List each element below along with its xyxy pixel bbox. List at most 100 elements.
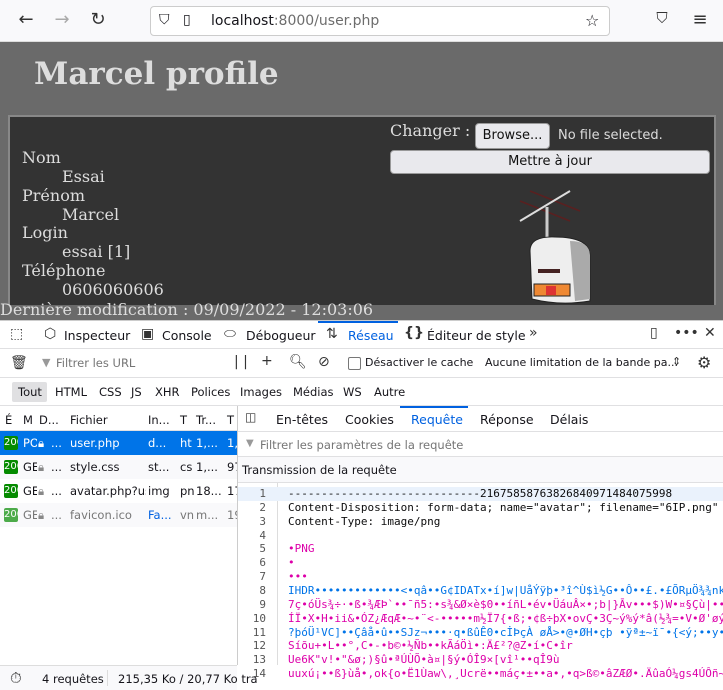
- tab-cookies[interactable]: Cookies: [345, 412, 394, 427]
- table-row[interactable]: 200 🔒︎GET... favicon.ico Fa... vnm... 19: [0, 503, 237, 527]
- filter-html[interactable]: HTML: [55, 385, 87, 399]
- col-status[interactable]: É: [5, 413, 12, 427]
- filter-ws[interactable]: WS: [343, 385, 362, 399]
- block-icon[interactable]: ⊘: [318, 354, 330, 370]
- col-method[interactable]: M: [23, 413, 33, 427]
- cell-file: favicon.ico: [70, 508, 132, 522]
- type-filters: Tout HTML CSS JS XHR Polices Images Médi…: [0, 378, 723, 406]
- url-host: localhost: [211, 13, 274, 29]
- settings-icon[interactable]: ⚙: [697, 353, 711, 372]
- col-type[interactable]: T: [180, 413, 187, 427]
- throttle-select[interactable]: Aucune limitation de la bande pa...: [485, 356, 678, 369]
- cell-domain: ...: [51, 460, 62, 474]
- field-value: Marcel: [62, 205, 120, 224]
- line-content: •••: [288, 570, 308, 584]
- table-row[interactable]: 200 🔒︎POST... user.php d... ht 1,... 1,: [0, 431, 237, 455]
- code-line: 7 •••: [238, 570, 723, 584]
- field-value: 0606060606: [62, 280, 164, 299]
- col-transferred[interactable]: Tr...: [196, 413, 216, 427]
- filter-images[interactable]: Images: [240, 385, 282, 399]
- params-filter-input[interactable]: [260, 436, 560, 453]
- star-icon[interactable]: ☆: [585, 11, 599, 30]
- cell-transferred: 1,...: [196, 436, 218, 450]
- line-number: 6: [259, 556, 266, 570]
- shield-icon[interactable]: ⛉: [159, 12, 170, 28]
- add-icon[interactable]: +: [261, 353, 273, 369]
- code-line: 9 7ç•óÜs¾÷·•ß•¾ÆÞ`••¯ñ5:•s¾&Ø×è$0••íñL•év…: [238, 598, 723, 612]
- tab-inspector[interactable]: Inspecteur: [64, 328, 130, 343]
- cell-initiator: img: [148, 484, 170, 498]
- col-domain[interactable]: D...: [39, 413, 59, 427]
- filter-all[interactable]: Tout: [18, 385, 42, 399]
- request-payload[interactable]: 1 -----------------------------2167585876…: [238, 487, 723, 680]
- line-number: 3: [259, 514, 266, 528]
- divider: [107, 670, 108, 686]
- cell-domain: ...: [51, 508, 62, 522]
- search-icon[interactable]: 🔍︎: [289, 354, 307, 370]
- filter-css[interactable]: CSS: [99, 385, 122, 399]
- tab-console[interactable]: Console: [162, 328, 212, 343]
- cell-size: 97: [227, 460, 237, 474]
- back-icon[interactable]: ←: [14, 9, 38, 30]
- tab-request[interactable]: Requête: [411, 412, 463, 427]
- close-icon[interactable]: ✕: [704, 325, 716, 341]
- style-editor-icon: {}: [404, 325, 424, 341]
- cell-type: pn: [180, 484, 194, 498]
- cell-domain: ...: [51, 436, 62, 450]
- col-file[interactable]: Fichier: [70, 413, 108, 427]
- cell-transferred: 18...: [196, 484, 222, 498]
- network-icon: ⇅: [326, 326, 338, 342]
- forward-icon[interactable]: →: [50, 9, 74, 30]
- pause-icon[interactable]: | |: [234, 354, 248, 370]
- code-line: 11 ?þóÜ¹VC]••Çâå•û••SJz¬•••·q•ßûÊ0•cİÞçÀ …: [238, 626, 723, 640]
- filter-js[interactable]: JS: [131, 385, 142, 399]
- tab-timings[interactable]: Délais: [550, 412, 588, 427]
- active-tab-indicator: [318, 321, 398, 323]
- avatar-image: [519, 190, 591, 304]
- line-content: Content-Type: image/png: [288, 514, 441, 528]
- tab-style-editor[interactable]: Éditeur de style: [427, 328, 526, 343]
- url-bar[interactable]: ⛉ ▯ localhost:8000/user.php ☆: [150, 6, 610, 36]
- filter-other[interactable]: Autre: [374, 385, 405, 399]
- trash-icon[interactable]: 🗑: [10, 355, 28, 371]
- cell-size: 1,: [227, 436, 237, 450]
- code-line: 5 •PNG: [238, 542, 723, 556]
- more-tabs-icon[interactable]: »: [529, 325, 538, 341]
- browse-button[interactable]: Browse...: [475, 123, 550, 149]
- toggle-panel-icon[interactable]: ◫: [245, 410, 256, 424]
- line-number: 7: [259, 570, 266, 584]
- params-filter: ▼: [238, 432, 723, 457]
- url-filter-input[interactable]: [56, 354, 216, 372]
- select-arrows-icon: ⇕: [672, 355, 682, 368]
- more-options-icon[interactable]: •••: [674, 325, 699, 341]
- table-row[interactable]: 200 🔒︎GET... avatar.php?useimgpn18... 17: [0, 479, 237, 503]
- tab-response[interactable]: Réponse: [480, 412, 534, 427]
- filter-media[interactable]: Médias: [293, 385, 334, 399]
- responsive-icon[interactable]: ▯: [650, 325, 658, 341]
- reload-icon[interactable]: ↻: [86, 9, 110, 30]
- disable-cache-checkbox[interactable]: [348, 357, 361, 370]
- detail-tabs: ◫ En-têtes Cookies Requête Réponse Délai…: [238, 406, 723, 432]
- lock-icon: 🔒︎: [38, 508, 45, 522]
- cell-file: style.css: [70, 460, 120, 474]
- col-size[interactable]: T: [227, 413, 234, 427]
- url-text: localhost:8000/user.php: [211, 13, 379, 29]
- menu-icon[interactable]: ≡: [688, 9, 712, 30]
- filter-icon: ▼: [246, 438, 254, 449]
- field-value: Essai: [62, 167, 105, 186]
- filter-xhr[interactable]: XHR: [155, 385, 180, 399]
- filter-fonts[interactable]: Polices: [191, 385, 230, 399]
- page-content: Marcel profile Nom Essai Prénom Marcel L…: [0, 42, 723, 320]
- update-button[interactable]: Mettre à jour: [390, 150, 710, 174]
- stopwatch-icon[interactable]: ⏱: [10, 669, 22, 687]
- tab-network[interactable]: Réseau: [348, 328, 394, 343]
- col-initiator[interactable]: In...: [148, 413, 170, 427]
- tab-headers[interactable]: En-têtes: [276, 412, 328, 427]
- line-number: 12: [252, 639, 266, 653]
- field-value: essai [1]: [62, 242, 131, 261]
- tab-debugger[interactable]: Débogueur: [246, 328, 316, 343]
- cell-size: 17: [227, 484, 237, 498]
- picker-icon[interactable]: ⬚: [10, 326, 23, 342]
- pocket-icon[interactable]: ⛉: [650, 9, 674, 27]
- table-row[interactable]: 200 🔒︎GET... style.css st... cs1,... 97: [0, 455, 237, 479]
